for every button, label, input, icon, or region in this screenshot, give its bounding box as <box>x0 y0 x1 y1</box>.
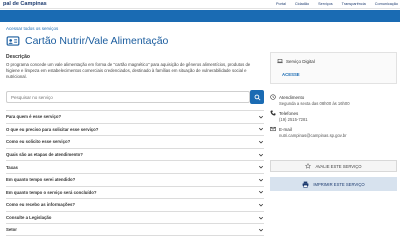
accordion-item[interactable]: O que eu preciso para solicitar esse ser… <box>6 122 264 136</box>
digital-service-card: Serviço Digital ACESSE <box>270 52 397 84</box>
top-header: pal de Campinas Portal Cidadão Serviços … <box>0 0 400 9</box>
chevron-down-icon <box>258 178 264 182</box>
accordion-label: Como eu recebo as informações? <box>6 202 76 208</box>
accordion-item[interactable]: Em quanto tempo serei atendido? <box>6 172 264 186</box>
accordion-label: Quais são as etapas de atendimento? <box>6 152 83 158</box>
printer-icon <box>302 181 309 188</box>
envelope-icon <box>270 126 276 132</box>
phones-label: Telefones <box>279 110 299 116</box>
chevron-down-icon <box>258 165 264 169</box>
nav-cidadao[interactable]: Cidadão <box>295 2 309 6</box>
accordion-label: Em quanto tempo serei atendido? <box>6 177 76 183</box>
accordion-label: Para quem é esse serviço? <box>6 114 62 120</box>
digital-service-label: Serviço Digital <box>286 58 315 64</box>
accordion-item[interactable]: Em quanto tempo o serviço será concluído… <box>6 185 264 199</box>
chevron-down-icon <box>258 228 264 232</box>
chevron-down-icon <box>258 216 264 219</box>
page-title-row: Cartão Nutrir/Vale Alimentação <box>6 34 168 48</box>
rate-service-label: AVALIE ESTE SERVIÇO <box>315 163 362 169</box>
chevron-down-icon <box>258 128 264 131</box>
accordion-item[interactable]: Como eu recebo as informações? <box>6 198 264 211</box>
search-icon <box>254 94 260 100</box>
email-head: E-mail <box>270 126 397 132</box>
page-title: Cartão Nutrir/Vale Alimentação <box>25 35 169 47</box>
print-service-button[interactable]: IMPRIMIR ESTE SERVIÇO <box>270 177 397 191</box>
laptop-icon <box>277 58 283 64</box>
accordion-label: Taxas <box>6 164 18 170</box>
accordion-label: O que eu preciso para solicitar esse ser… <box>6 126 99 132</box>
description-heading: Descrição <box>6 54 30 60</box>
nav-servicos[interactable]: Serviços <box>318 2 333 6</box>
phones-head: Telefones <box>270 110 397 116</box>
service-search-input[interactable] <box>6 91 250 103</box>
accordion-item[interactable]: Quais são as etapas de atendimento? <box>6 147 264 161</box>
accordion-item[interactable]: Para quem é esse serviço? <box>6 110 264 123</box>
nav-comunicacao[interactable]: Comunicação <box>375 2 398 6</box>
accordion-item[interactable]: Como eu solicito esse serviço? <box>6 135 264 148</box>
accordion-label: Em quanto tempo o serviço será concluído… <box>6 189 97 195</box>
chevron-down-icon <box>258 203 264 207</box>
nav-portal[interactable]: Portal <box>276 2 286 6</box>
attendance-block: Atendimento Segunda a sexta das 08h00 às… <box>270 94 397 106</box>
chevron-down-icon <box>258 191 264 194</box>
accordion-item[interactable]: Consulte a Legislação <box>6 210 264 224</box>
blue-banner-bar <box>0 10 400 22</box>
chevron-down-icon <box>258 115 264 119</box>
faq-accordion: Para quem é esse serviço? O que eu preci… <box>6 110 264 236</box>
site-brand[interactable]: pal de Campinas <box>3 1 47 7</box>
search-button[interactable] <box>250 90 264 104</box>
email-address[interactable]: nutri.campinas@campinas.sp.gov.br <box>279 133 397 138</box>
phone-number[interactable]: (19) 2515-7281 <box>279 117 397 122</box>
nav-transparencia[interactable]: Transparência <box>342 2 366 6</box>
attendance-label: Atendimento <box>279 94 305 100</box>
breadcrumb-link[interactable]: Acessar todos os serviços <box>6 26 58 31</box>
attendance-head: Atendimento <box>270 94 397 100</box>
rate-service-button[interactable]: AVALIE ESTE SERVIÇO <box>270 160 397 172</box>
email-label: E-mail <box>279 126 292 132</box>
accordion-label: Como eu solicito esse serviço? <box>6 139 71 145</box>
accordion-label: Consulte a Legislação <box>6 215 52 221</box>
email-block: E-mail nutri.campinas@campinas.sp.gov.br <box>270 126 397 138</box>
accordion-label: Setor <box>6 227 17 233</box>
access-link[interactable]: ACESSE <box>282 72 300 77</box>
chevron-down-icon <box>258 153 264 157</box>
phones-block: Telefones (19) 2515-7281 <box>270 110 397 122</box>
chevron-down-icon <box>258 140 264 144</box>
contact-info: Atendimento Segunda a sexta das 08h00 às… <box>270 94 397 142</box>
accordion-item[interactable]: Setor <box>6 223 264 236</box>
id-card-icon <box>6 36 20 46</box>
description-text: O programa concede um vale alimentação e… <box>6 62 251 80</box>
attendance-hours: Segunda a sexta das 08h00 às 16h00 <box>279 101 350 106</box>
clock-icon <box>270 94 276 100</box>
phone-icon <box>270 110 276 116</box>
digital-service-label-row: Serviço Digital <box>277 58 315 64</box>
accordion-item[interactable]: Taxas <box>6 160 264 173</box>
top-nav: Portal Cidadão Serviços Transparência Co… <box>276 2 398 6</box>
star-icon <box>305 163 312 169</box>
print-service-label: IMPRIMIR ESTE SERVIÇO <box>313 181 365 187</box>
